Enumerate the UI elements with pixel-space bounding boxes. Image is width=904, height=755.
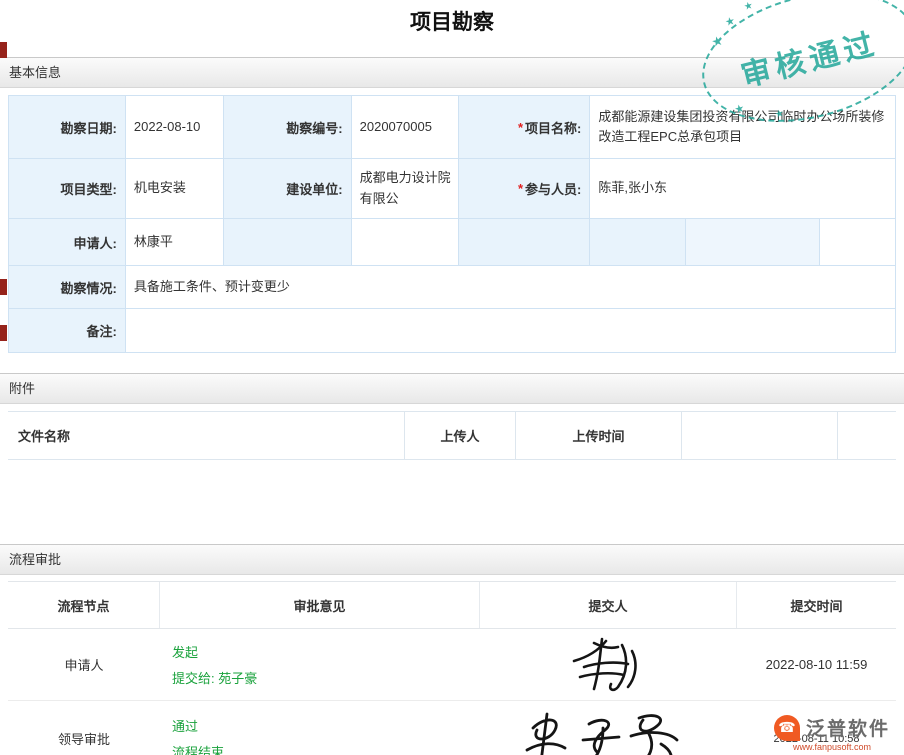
survey-no-value: 2020070005 bbox=[352, 96, 459, 159]
survey-date-value: 2022-08-10 bbox=[126, 96, 224, 159]
edge-mark bbox=[0, 42, 7, 58]
empty-cell bbox=[820, 219, 896, 266]
empty-cell bbox=[224, 219, 352, 266]
build-unit-value: 成都电力设计院有限公 bbox=[352, 159, 459, 219]
col-upload-time: 上传时间 bbox=[516, 412, 682, 459]
signature-cell bbox=[480, 701, 737, 755]
empty-cell bbox=[352, 219, 459, 266]
build-unit-label: 建设单位: bbox=[224, 159, 352, 219]
section-basic-info: 基本信息 bbox=[0, 57, 904, 88]
opinion-link-pass[interactable]: 通过 bbox=[172, 716, 480, 735]
participants-value: 陈菲,张小东 bbox=[590, 159, 896, 219]
signature-image bbox=[544, 637, 674, 693]
survey-status-value: 具备施工条件、预计变更少 bbox=[126, 266, 896, 309]
required-asterisk: * bbox=[518, 120, 523, 135]
empty-cell bbox=[838, 412, 896, 459]
signature-cell bbox=[480, 629, 737, 700]
table-row: 项目类型: 机电安装 建设单位: 成都电力设计院有限公 *参与人员: 陈菲,张小… bbox=[9, 159, 896, 219]
participants-label: *参与人员: bbox=[459, 159, 591, 219]
remark-label: 备注: bbox=[9, 309, 126, 353]
section-approval-title: 流程审批 bbox=[9, 552, 61, 567]
phone-icon: ☎ bbox=[774, 715, 800, 741]
logo-row: ☎ 泛普软件 bbox=[774, 714, 890, 741]
table-row: 申请人: 林康平 bbox=[9, 219, 896, 266]
flow-node: 申请人 bbox=[8, 629, 160, 700]
col-approval-opinion: 审批意见 bbox=[160, 582, 480, 628]
project-survey-page: 项目勘察 ★ ★ ★ ★ ★ ★ 审核通过 基本信息 勘察日期: 2022-08… bbox=[0, 0, 904, 755]
page-title: 项目勘察 bbox=[0, 0, 904, 37]
section-basic-title: 基本信息 bbox=[9, 65, 61, 80]
edge-mark bbox=[0, 325, 7, 341]
section-approval-flow: 流程审批 bbox=[0, 544, 904, 575]
section-attachments: 附件 bbox=[0, 373, 904, 404]
survey-no-label: 勘察编号: bbox=[224, 96, 352, 159]
project-type-label: 项目类型: bbox=[9, 159, 126, 219]
empty-cell bbox=[459, 219, 591, 266]
project-name-label: *项目名称: bbox=[459, 96, 591, 159]
approval-row: 申请人 发起 提交给: 苑子豪 2022-08-10 11:59 bbox=[8, 629, 896, 701]
col-flow-node: 流程节点 bbox=[8, 582, 160, 628]
col-submitter: 提交人 bbox=[480, 582, 737, 628]
flow-node: 领导审批 bbox=[8, 701, 160, 755]
opinion-link-submit-to[interactable]: 提交给: 苑子豪 bbox=[172, 668, 480, 687]
section-attachments-title: 附件 bbox=[9, 381, 35, 396]
opinion-cell: 发起 提交给: 苑子豪 bbox=[160, 629, 480, 700]
approval-row: 领导审批 通过 流程结束 2022-08-11 10:58 bbox=[8, 701, 896, 755]
attachments-header-row: 文件名称 上传人 上传时间 bbox=[8, 411, 896, 460]
opinion-link-flow-end[interactable]: 流程结束 bbox=[172, 742, 480, 755]
required-asterisk: * bbox=[518, 181, 523, 196]
applicant-value: 林康平 bbox=[126, 219, 224, 266]
approval-table: 流程节点 审批意见 提交人 提交时间 申请人 发起 提交给: 苑子豪 2022-… bbox=[8, 581, 896, 755]
edge-mark bbox=[0, 279, 7, 295]
fanpu-logo: ☎ 泛普软件 www.fanpusoft.com bbox=[774, 714, 890, 752]
empty-cell bbox=[682, 412, 838, 459]
col-file-name: 文件名称 bbox=[8, 412, 405, 459]
submit-time: 2022-08-10 11:59 bbox=[737, 629, 896, 700]
brand-name: 泛普软件 bbox=[806, 714, 890, 741]
empty-cell bbox=[686, 219, 820, 266]
table-row: 勘察日期: 2022-08-10 勘察编号: 2020070005 *项目名称:… bbox=[9, 96, 896, 159]
opinion-link-initiate[interactable]: 发起 bbox=[172, 642, 480, 661]
col-submit-time: 提交时间 bbox=[737, 582, 896, 628]
table-row: 勘察情况: 具备施工条件、预计变更少 bbox=[9, 266, 896, 309]
approval-header-row: 流程节点 审批意见 提交人 提交时间 bbox=[8, 581, 896, 629]
applicant-label: 申请人: bbox=[9, 219, 126, 266]
survey-status-label: 勘察情况: bbox=[9, 266, 126, 309]
project-name-value: 成都能源建设集团投资有限公司临时办公场所装修改造工程EPC总承包项目 bbox=[590, 96, 896, 159]
survey-date-label: 勘察日期: bbox=[9, 96, 126, 159]
table-row: 备注: bbox=[9, 309, 896, 353]
opinion-cell: 通过 流程结束 bbox=[160, 701, 480, 755]
project-type-value: 机电安装 bbox=[126, 159, 224, 219]
col-uploader: 上传人 bbox=[405, 412, 516, 459]
basic-info-table: 勘察日期: 2022-08-10 勘察编号: 2020070005 *项目名称:… bbox=[8, 95, 896, 353]
remark-value bbox=[126, 309, 896, 353]
brand-subtext: www.fanpusoft.com bbox=[774, 742, 890, 752]
signature-image bbox=[519, 710, 699, 755]
empty-cell bbox=[590, 219, 686, 266]
